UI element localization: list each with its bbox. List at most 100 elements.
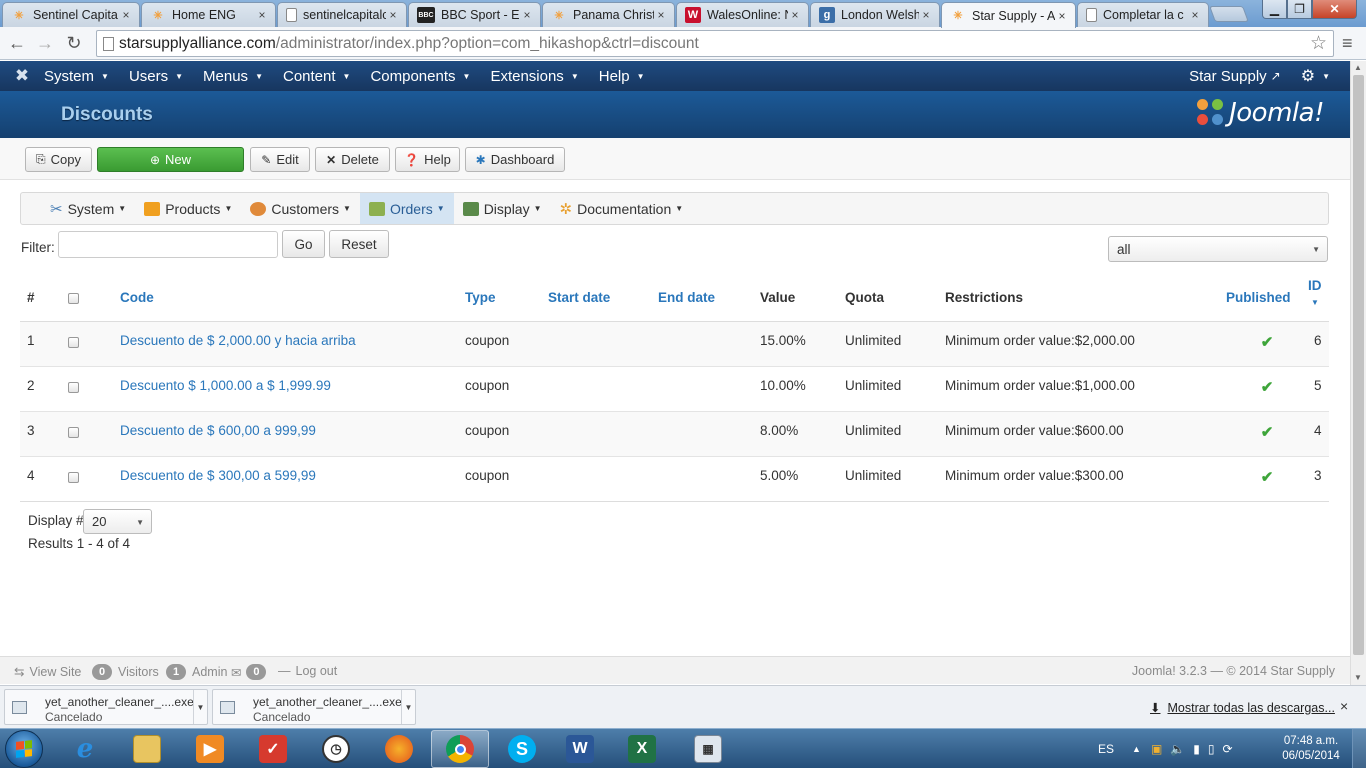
page-scrollbar[interactable]: ▲ ▼: [1350, 61, 1366, 686]
back-arrow-icon[interactable]: ←: [5, 31, 29, 55]
browser-tab[interactable]: W WalesOnline: N ×: [676, 2, 809, 27]
filter-input[interactable]: [58, 231, 278, 258]
scrollbar-thumb[interactable]: [1353, 75, 1364, 655]
go-button[interactable]: Go: [282, 230, 325, 258]
address-bar[interactable]: starsupplyalliance.com/administrator/ind…: [96, 30, 1334, 57]
bookmark-star-icon[interactable]: ☆: [1310, 32, 1327, 55]
discount-link[interactable]: Descuento de $ 600,00 a 999,99: [120, 423, 316, 438]
select-all-checkbox[interactable]: [68, 292, 79, 304]
row-checkbox[interactable]: [68, 426, 79, 438]
close-icon[interactable]: ×: [654, 8, 668, 22]
hikashop-menu-customers[interactable]: Customers ▼: [241, 193, 360, 224]
nav-system[interactable]: System ▼: [44, 68, 109, 85]
hikashop-menu-orders[interactable]: Orders ▼: [359, 193, 454, 224]
browser-tab-active[interactable]: ✳ Star Supply - A ×: [941, 2, 1076, 28]
taskbar-firefox[interactable]: [370, 730, 428, 768]
row-checkbox[interactable]: [68, 381, 79, 393]
language-indicator[interactable]: ES: [1098, 742, 1114, 756]
network-icon[interactable]: ▮: [1193, 742, 1200, 756]
col-end-date[interactable]: End date: [658, 275, 760, 322]
hikashop-menu-system[interactable]: ✂ System ▼: [41, 193, 135, 224]
battery-icon[interactable]: ▯: [1208, 742, 1215, 756]
nav-content[interactable]: Content ▼: [283, 68, 350, 85]
tray-expand-icon[interactable]: ▲: [1132, 744, 1141, 754]
scroll-down-icon[interactable]: ▼: [1354, 673, 1362, 682]
reload-icon[interactable]: ↻: [62, 31, 86, 55]
discount-link[interactable]: Descuento de $ 2,000.00 y hacia arriba: [120, 333, 356, 348]
forward-arrow-icon[interactable]: →: [33, 31, 57, 55]
close-icon[interactable]: ×: [386, 8, 400, 22]
new-tab-button[interactable]: [1209, 6, 1249, 22]
type-filter-select[interactable]: all ▼: [1108, 236, 1328, 262]
browser-tab[interactable]: g London Welsh ×: [810, 2, 940, 27]
maximize-button[interactable]: ❐: [1287, 0, 1312, 19]
window-close-button[interactable]: ✕: [1312, 0, 1357, 19]
browser-tab[interactable]: ✳ Sentinel Capita ×: [2, 2, 140, 27]
view-site-link[interactable]: ⇆ View Site: [14, 664, 81, 680]
sync-icon[interactable]: ⟳: [1222, 742, 1232, 756]
close-icon[interactable]: ×: [255, 8, 269, 22]
minimize-button[interactable]: ▁: [1262, 0, 1287, 19]
delete-button[interactable]: ✕ Delete: [315, 147, 390, 172]
col-start-date[interactable]: Start date: [548, 275, 658, 322]
taskbar-excel[interactable]: X: [613, 730, 671, 768]
nav-menus[interactable]: Menus ▼: [203, 68, 263, 85]
nav-users[interactable]: Users ▼: [129, 68, 183, 85]
close-icon[interactable]: ×: [1188, 8, 1202, 22]
taskbar-chrome[interactable]: [431, 730, 489, 768]
close-icon[interactable]: ×: [788, 8, 802, 22]
hikashop-menu-documentation[interactable]: ✲ Documentation ▼: [551, 193, 693, 224]
taskbar-todoist[interactable]: ✓: [244, 730, 302, 768]
new-button[interactable]: ⊕ New: [97, 147, 244, 172]
published-check-icon[interactable]: ✔: [1261, 334, 1274, 351]
discount-link[interactable]: Descuento de $ 300,00 a 599,99: [120, 468, 316, 483]
download-item[interactable]: yet_another_cleaner_....exe Cancelado ▼: [212, 689, 416, 725]
joomla-icon[interactable]: ✖: [0, 66, 44, 86]
messages-status[interactable]: ✉ 0: [231, 664, 272, 680]
browser-tab[interactable]: ✳ Panama Christi ×: [542, 2, 675, 27]
logout-link[interactable]: — Log out: [278, 664, 337, 678]
edit-button[interactable]: ✎ Edit: [250, 147, 310, 172]
col-code[interactable]: Code: [120, 275, 465, 322]
volume-icon[interactable]: 🔈: [1170, 742, 1185, 756]
browser-tab[interactable]: BBC BBC Sport - En ×: [408, 2, 541, 27]
taskbar-explorer[interactable]: [118, 730, 176, 768]
taskbar-calculator[interactable]: ▦: [679, 730, 737, 768]
hikashop-menu-products[interactable]: Products ▼: [135, 193, 241, 224]
chevron-down-icon[interactable]: ▼: [401, 690, 415, 724]
tray-app-icon[interactable]: ▣: [1151, 742, 1162, 756]
nav-components[interactable]: Components ▼: [370, 68, 470, 85]
close-icon[interactable]: ×: [1055, 9, 1069, 23]
start-button[interactable]: [5, 730, 43, 768]
chevron-down-icon[interactable]: ▼: [193, 690, 207, 724]
discount-link[interactable]: Descuento $ 1,000.00 a $ 1,999.99: [120, 378, 331, 393]
close-icon[interactable]: ×: [119, 8, 133, 22]
help-button[interactable]: ❓ Help: [395, 147, 460, 172]
browser-tab[interactable]: Completar la c ×: [1077, 2, 1209, 27]
copy-button[interactable]: ⎘ Copy: [25, 147, 92, 172]
col-id[interactable]: ID ▼: [1308, 275, 1329, 322]
hikashop-menu-display[interactable]: Display ▼: [454, 193, 551, 224]
row-checkbox[interactable]: [68, 471, 79, 483]
close-icon[interactable]: ×: [520, 8, 534, 22]
published-check-icon[interactable]: ✔: [1261, 379, 1274, 396]
site-link[interactable]: Star Supply ↗: [1189, 68, 1281, 85]
reset-button[interactable]: Reset: [329, 230, 389, 258]
browser-tab[interactable]: sentinelcapitalc ×: [277, 2, 407, 27]
published-check-icon[interactable]: ✔: [1261, 469, 1274, 486]
display-count-select[interactable]: 20 ▼: [83, 509, 152, 534]
download-item[interactable]: yet_another_cleaner_....exe Cancelado ▼: [4, 689, 208, 725]
settings-menu[interactable]: ⚙ ▼: [1301, 66, 1330, 86]
taskbar-ie[interactable]: e: [56, 730, 114, 768]
browser-tab[interactable]: ✳ Home ENG ×: [141, 2, 276, 27]
taskbar-clock[interactable]: 07:48 a.m. 06/05/2014: [1276, 734, 1346, 764]
col-published[interactable]: Published: [1226, 275, 1308, 322]
col-type[interactable]: Type: [465, 275, 548, 322]
row-checkbox[interactable]: [68, 336, 79, 348]
dashboard-button[interactable]: ✱ Dashboard: [465, 147, 565, 172]
taskbar-media-player[interactable]: ▶: [181, 730, 239, 768]
published-check-icon[interactable]: ✔: [1261, 424, 1274, 441]
nav-extensions[interactable]: Extensions ▼: [490, 68, 578, 85]
taskbar-skype[interactable]: S: [493, 730, 551, 768]
close-icon[interactable]: ×: [1340, 698, 1348, 714]
